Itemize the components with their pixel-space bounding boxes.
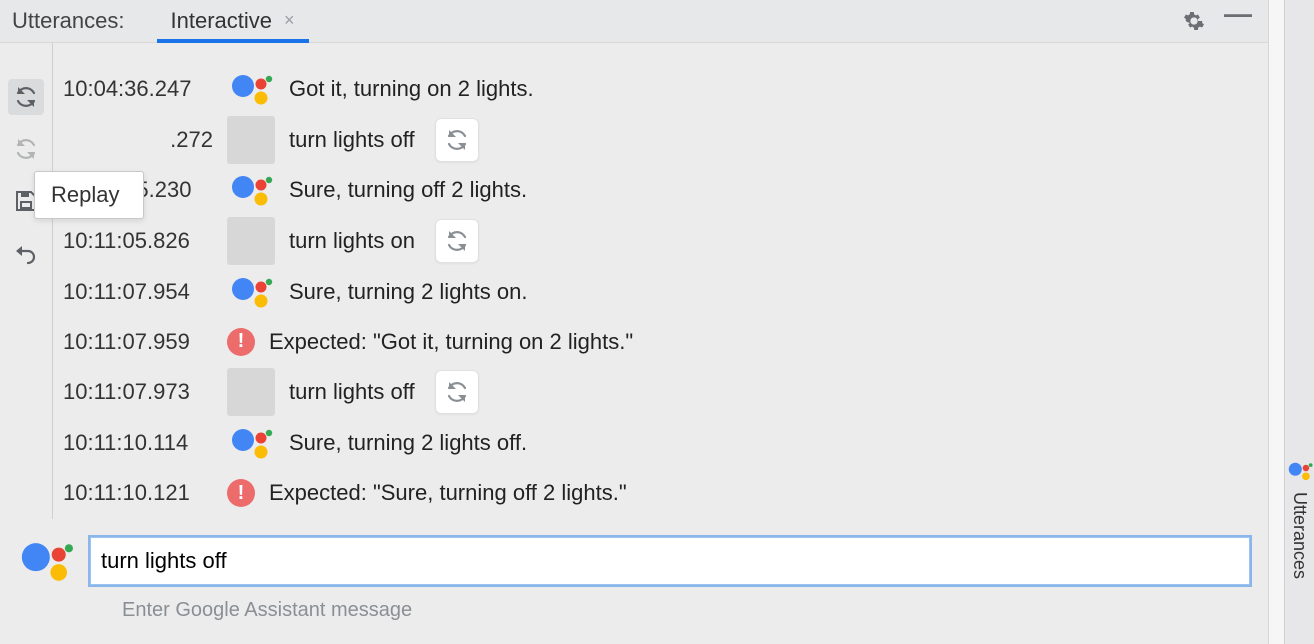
log-row: 10:06:55.230Sure, turning off 2 lights.	[63, 172, 1252, 209]
replay-button[interactable]	[435, 118, 479, 162]
log-row: 10:11:10.121! Expected: "Sure, turning of…	[63, 475, 1252, 511]
log-row: 10:11:07.954 Sure, turning 2 lights on.	[63, 273, 1252, 310]
timestamp: 10:11:05.826	[63, 228, 213, 254]
timestamp: 10:04:36.247	[63, 76, 213, 102]
error-icon: !	[227, 328, 255, 356]
assistant-logo-icon	[18, 533, 74, 589]
tab-bar: Utterances: Interactive × —	[0, 0, 1268, 43]
assistant-logo-icon	[227, 419, 275, 467]
user-avatar	[227, 116, 275, 164]
log-row: 10:04:36.247 Got it, turning on 2 lights.	[63, 71, 1252, 108]
assistant-message: Sure, turning 2 lights off.	[289, 430, 527, 456]
settings-button[interactable]	[1176, 3, 1212, 39]
panel-title: Utterances:	[12, 8, 125, 34]
sync-icon	[14, 85, 38, 109]
timestamp: 10:11:07.973	[63, 379, 213, 405]
replay-button[interactable]	[435, 219, 479, 263]
timestamp: 10:11:07.954	[63, 279, 213, 305]
assistant-logo-icon	[227, 166, 275, 214]
tab-interactive[interactable]: Interactive ×	[157, 0, 309, 42]
assistant-message: Got it, turning on 2 lights.	[289, 76, 534, 102]
timestamp: 10:11:10.121	[63, 480, 213, 506]
side-tab-utterances[interactable]: Utterances	[1284, 0, 1314, 644]
replay-all-button[interactable]	[8, 79, 44, 115]
timestamp: 10:11:10.114	[63, 430, 213, 456]
message-input[interactable]	[90, 537, 1250, 585]
action-gutter: Replay	[0, 43, 52, 519]
input-hint: Enter Google Assistant message	[122, 599, 1250, 622]
timestamp: 10:11:07.959	[63, 329, 213, 355]
user-message: turn lights on	[289, 228, 415, 254]
error-icon: !	[227, 479, 255, 507]
vertical-scrollbar[interactable]	[1268, 0, 1284, 644]
undo-icon	[14, 241, 38, 265]
tab-label: Interactive	[171, 8, 273, 34]
assistant-logo-icon	[1287, 460, 1313, 482]
history-button[interactable]	[8, 131, 44, 167]
log-row: 10:11:07.973 turn lights off	[63, 374, 1252, 411]
minimize-button[interactable]: —	[1220, 3, 1256, 39]
timestamp: .272	[63, 127, 213, 153]
user-avatar	[227, 368, 275, 416]
log-row: 10:11:05.826 turn lights on	[63, 223, 1252, 260]
gear-icon	[1183, 10, 1205, 32]
user-avatar	[227, 217, 275, 265]
sync-icon	[14, 137, 38, 161]
replay-tooltip: Replay	[34, 171, 144, 219]
log-row: 10:11:10.114 Sure, turning 2 lights off.	[63, 424, 1252, 461]
log-row: 10:11:07.959! Expected: "Got it, turning …	[63, 324, 1252, 360]
user-message: turn lights off	[289, 127, 415, 153]
user-message: turn lights off	[289, 379, 415, 405]
compose-area: Enter Google Assistant message	[0, 519, 1268, 644]
utterance-log: 10:04:36.247 Got it, turning on 2 lights.…	[52, 43, 1268, 519]
error-message: Expected: "Got it, turning on 2 lights."	[269, 329, 633, 355]
assistant-message: Sure, turning off 2 lights.	[289, 177, 527, 203]
replay-button[interactable]	[435, 370, 479, 414]
assistant-logo-icon	[227, 268, 275, 316]
error-message: Expected: "Sure, turning off 2 lights."	[269, 480, 627, 506]
side-tab-label: Utterances	[1289, 492, 1310, 579]
assistant-logo-icon	[227, 65, 275, 113]
assistant-message: Sure, turning 2 lights on.	[289, 279, 527, 305]
log-row: .272 turn lights off	[63, 122, 1252, 159]
undo-button[interactable]	[8, 235, 44, 271]
close-icon[interactable]: ×	[284, 10, 295, 31]
